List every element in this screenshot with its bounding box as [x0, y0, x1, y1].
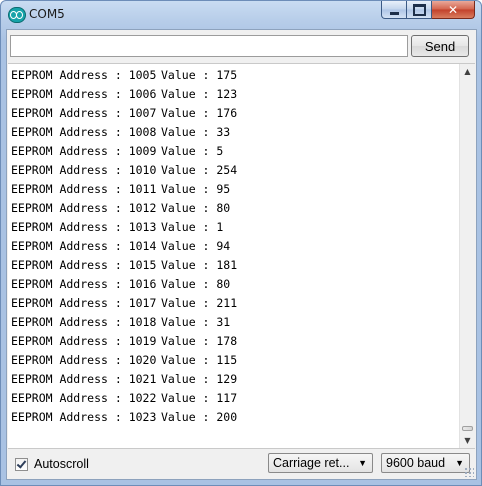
- window-title: COM5: [29, 7, 65, 21]
- output-line: EEPROM Address : 1023 Value : 200: [11, 408, 237, 427]
- maximize-button[interactable]: [407, 1, 432, 19]
- client-area: Send EEPROM Address : 1005 Value : 175 EEP…: [6, 29, 477, 480]
- output-line: EEPROM Address : 1012 Value : 80: [11, 199, 237, 218]
- output-line: EEPROM Address : 1009 Value : 5: [11, 142, 237, 161]
- output-line: EEPROM Address : 1015 Value : 181: [11, 256, 237, 275]
- output-line: EEPROM Address : 1022 Value : 117: [11, 389, 237, 408]
- autoscroll-label: Autoscroll: [34, 457, 89, 471]
- eeprom-value: Value : 94: [161, 239, 231, 253]
- eeprom-address: EEPROM Address : 1014: [11, 239, 157, 253]
- line-ending-select[interactable]: Carriage ret... ▼: [268, 453, 373, 473]
- eeprom-address: EEPROM Address : 1013: [11, 220, 157, 234]
- eeprom-address: EEPROM Address : 1010: [11, 163, 157, 177]
- eeprom-value: Value : 211: [161, 296, 238, 310]
- close-button[interactable]: ✕: [432, 1, 475, 19]
- eeprom-value: Value : 95: [161, 182, 231, 196]
- eeprom-address: EEPROM Address : 1020: [11, 353, 157, 367]
- serial-monitor-window: COM5 ✕ Send EEPROM Address : 1005 Value :…: [0, 0, 482, 486]
- serial-output[interactable]: EEPROM Address : 1005 Value : 175 EEPROM A…: [8, 63, 475, 449]
- eeprom-value: Value : 129: [161, 372, 238, 386]
- close-icon: ✕: [447, 2, 459, 17]
- eeprom-address: EEPROM Address : 1015: [11, 258, 157, 272]
- scroll-up-icon[interactable]: ▲: [460, 64, 475, 79]
- minimize-icon: [389, 11, 399, 15]
- scroll-down-icon[interactable]: ▼: [460, 433, 475, 448]
- minimize-button[interactable]: [381, 1, 407, 19]
- output-line: EEPROM Address : 1011 Value : 95: [11, 180, 237, 199]
- eeprom-address: EEPROM Address : 1007: [11, 106, 157, 120]
- output-line: EEPROM Address : 1006 Value : 123: [11, 85, 237, 104]
- eeprom-address: EEPROM Address : 1011: [11, 182, 157, 196]
- eeprom-address: EEPROM Address : 1005: [11, 68, 157, 82]
- eeprom-value: Value : 178: [161, 334, 238, 348]
- eeprom-value: Value : 181: [161, 258, 238, 272]
- output-line: EEPROM Address : 1019 Value : 178: [11, 332, 237, 351]
- output-line: EEPROM Address : 1014 Value : 94: [11, 237, 237, 256]
- output-line: EEPROM Address : 1010 Value : 254: [11, 161, 237, 180]
- output-line: EEPROM Address : 1008 Value : 33: [11, 123, 237, 142]
- output-line: EEPROM Address : 1021 Value : 129: [11, 370, 237, 389]
- chevron-down-icon: ▼: [358, 458, 367, 468]
- scroll-thumb[interactable]: [462, 426, 473, 431]
- output-lines: EEPROM Address : 1005 Value : 175 EEPROM A…: [11, 66, 237, 427]
- output-line: EEPROM Address : 1016 Value : 80: [11, 275, 237, 294]
- eeprom-value: Value : 254: [161, 163, 238, 177]
- eeprom-address: EEPROM Address : 1021: [11, 372, 157, 386]
- eeprom-value: Value : 33: [161, 125, 231, 139]
- eeprom-address: EEPROM Address : 1016: [11, 277, 157, 291]
- baud-rate-value: 9600 baud: [386, 456, 446, 470]
- output-line: EEPROM Address : 1013 Value : 1: [11, 218, 237, 237]
- eeprom-address: EEPROM Address : 1017: [11, 296, 157, 310]
- chevron-down-icon: ▼: [455, 458, 464, 468]
- eeprom-address: EEPROM Address : 1008: [11, 125, 157, 139]
- eeprom-value: Value : 115: [161, 353, 238, 367]
- autoscroll-checkbox[interactable]: [15, 457, 28, 471]
- window-controls: ✕: [381, 1, 475, 20]
- eeprom-address: EEPROM Address : 1022: [11, 391, 157, 405]
- serial-input[interactable]: [10, 35, 408, 57]
- eeprom-value: Value : 80: [161, 201, 231, 215]
- eeprom-value: Value : 31: [161, 315, 231, 329]
- title-bar[interactable]: COM5 ✕: [1, 1, 481, 28]
- output-line: EEPROM Address : 1005 Value : 175: [11, 66, 237, 85]
- output-line: EEPROM Address : 1018 Value : 31: [11, 313, 237, 332]
- eeprom-value: Value : 175: [161, 68, 238, 82]
- arduino-icon: [8, 7, 26, 23]
- maximize-icon: [412, 3, 426, 16]
- eeprom-address: EEPROM Address : 1023: [11, 410, 157, 424]
- eeprom-address: EEPROM Address : 1006: [11, 87, 157, 101]
- eeprom-value: Value : 1: [161, 220, 224, 234]
- output-line: EEPROM Address : 1017 Value : 211: [11, 294, 237, 313]
- line-ending-value: Carriage ret...: [273, 456, 350, 470]
- output-line: EEPROM Address : 1007 Value : 176: [11, 104, 237, 123]
- eeprom-value: Value : 200: [161, 410, 238, 424]
- eeprom-address: EEPROM Address : 1009: [11, 144, 157, 158]
- bottom-bar: Autoscroll Carriage ret... ▼ 9600 baud ▼: [7, 450, 476, 479]
- send-button[interactable]: Send: [411, 35, 469, 57]
- eeprom-address: EEPROM Address : 1012: [11, 201, 157, 215]
- output-line: EEPROM Address : 1020 Value : 115: [11, 351, 237, 370]
- autoscroll-option[interactable]: Autoscroll: [15, 457, 89, 471]
- eeprom-address: EEPROM Address : 1018: [11, 315, 157, 329]
- vertical-scrollbar[interactable]: ▲ ▼: [459, 64, 475, 448]
- baud-rate-select[interactable]: 9600 baud ▼: [381, 453, 470, 473]
- eeprom-address: EEPROM Address : 1019: [11, 334, 157, 348]
- eeprom-value: Value : 117: [161, 391, 238, 405]
- eeprom-value: Value : 80: [161, 277, 231, 291]
- eeprom-value: Value : 123: [161, 87, 238, 101]
- eeprom-value: Value : 176: [161, 106, 238, 120]
- resize-grip[interactable]: [464, 467, 474, 477]
- eeprom-value: Value : 5: [161, 144, 224, 158]
